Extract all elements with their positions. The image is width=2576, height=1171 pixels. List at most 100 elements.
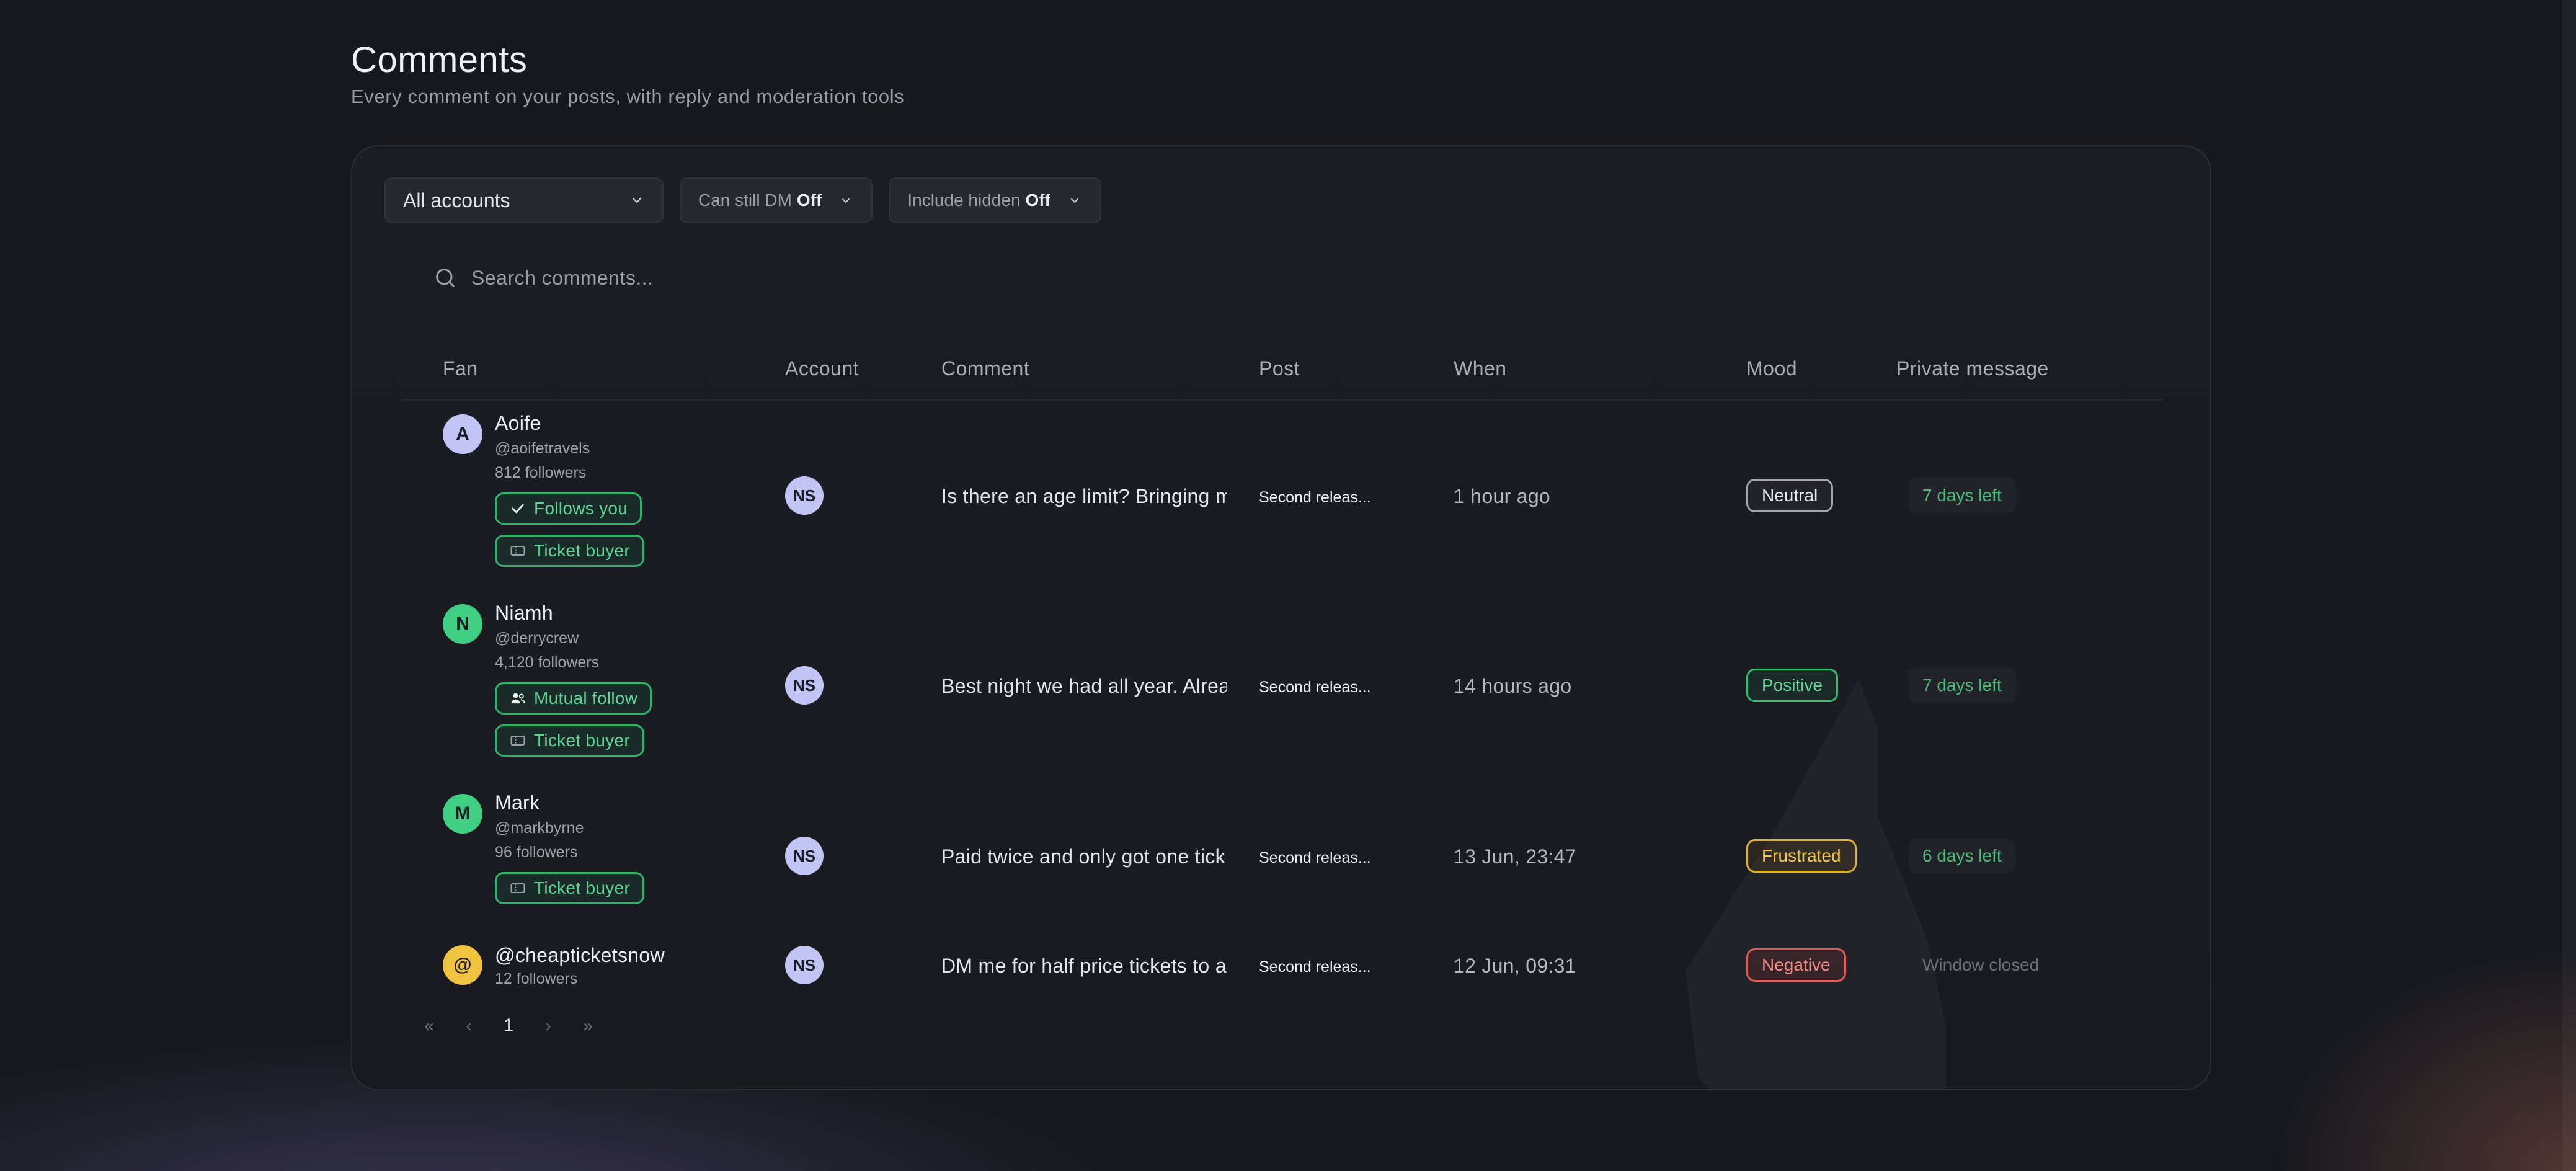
ticket-buyer-badge: Ticket buyer [495,872,645,904]
fan-tags: Ticket buyer [495,866,645,904]
fan-handle: @derrycrew [495,630,579,647]
tag-label: Mutual follow [534,688,638,708]
prev-page-button[interactable]: ‹ [449,1008,489,1043]
tag-label: Ticket buyer [534,878,631,897]
account-avatar[interactable]: NS [785,476,824,515]
mood-badge: Positive [1746,669,1839,702]
mood-badge: Negative [1746,948,1846,982]
mood-badge: Neutral [1746,479,1834,512]
can-dm-value: Off [796,190,822,210]
fan-name[interactable]: @cheapticketsnow [495,943,665,968]
accounts-select-value: All accounts [403,189,510,211]
follows-you-badge: Follows you [495,492,642,525]
fan-followers: 4,120 followers [495,654,600,671]
include-hidden-label-group: Include hidden Off [907,190,1050,210]
column-header-post[interactable]: Post [1259,357,1300,380]
search-bar [433,258,1797,298]
table-row[interactable]: M Mark @markbyrne 96 followers Ticket bu… [402,780,2163,929]
tag-label: Ticket buyer [534,731,631,750]
next-page-button[interactable]: › [528,1008,568,1043]
search-icon [436,269,455,287]
can-dm-toggle-select[interactable]: Can still DM Off [680,177,873,223]
fan-name[interactable]: Mark [495,790,644,815]
fan-handle: @aoifetravels [495,440,590,457]
ticket-buyer-badge: Ticket buyer [495,535,645,567]
fan-tags: Mutual follow Ticket buyer [495,676,652,757]
filter-bar: All accounts Can still DM Off Include hid… [384,177,1101,223]
page-1-button[interactable]: 1 [489,1008,528,1043]
comment-text[interactable]: Is there an age limit? Bringing my [941,485,1227,508]
fan-avatar: @ [443,945,482,985]
comment-time: 12 Jun, 09:31 [1454,955,1576,977]
chevron-down-icon [629,192,645,208]
fan-tags: Follows you Ticket buyer [495,486,645,567]
table-row[interactable]: N Niamh @derrycrew 4,120 followers Mutua… [402,590,2163,780]
table-row[interactable]: @ @cheapticketsnow 12 followers NS DM me… [402,929,2163,1022]
private-message-status: Window closed [1922,955,2040,974]
ticket-buyer-badge: Ticket buyer [495,724,645,757]
column-header-comment[interactable]: Comment [941,357,1029,380]
fan-followers: 96 followers [495,844,578,861]
table-row[interactable]: A Aoife @aoifetravels 812 followers Foll… [402,401,2163,590]
comment-time: 13 Jun, 23:47 [1454,845,1576,868]
tag-label: Follows you [534,499,628,518]
comment-text[interactable]: Best night we had all year. Alrea [941,675,1227,698]
fan-avatar: N [443,604,482,644]
post-link[interactable]: Second releas... [1259,489,1383,507]
scrollbar[interactable] [2562,0,2576,1171]
fan-avatar: A [443,414,482,454]
mutual-follow-badge: Mutual follow [495,682,652,715]
account-avatar[interactable]: NS [785,946,824,984]
fan-followers: 12 followers [495,970,578,987]
tag-label: Ticket buyer [534,541,631,560]
chevron-down-icon [838,192,854,208]
include-hidden-label: Include hidden [907,190,1021,210]
column-header-account[interactable]: Account [785,357,859,380]
can-dm-label-group: Can still DM Off [698,190,822,210]
page-subtitle: Every comment on your posts, with reply … [351,86,905,107]
post-link[interactable]: Second releas... [1259,849,1383,867]
private-message-status[interactable]: 7 days left [1909,668,2015,703]
column-header-private-message[interactable]: Private message [1896,357,2049,380]
include-hidden-value: Off [1025,190,1050,210]
page-title: Comments [351,40,528,80]
fan-info: @cheapticketsnow 12 followers [495,943,665,990]
fan-handle: @markbyrne [495,819,584,837]
column-header-mood[interactable]: Mood [1746,357,1797,380]
column-header-when[interactable]: When [1454,357,1507,380]
comment-time: 14 hours ago [1454,675,1572,697]
comments-table: Fan Account Comment Post When Mood Priva… [402,332,2163,1022]
fan-followers: 812 followers [495,464,587,481]
fan-info: Aoife @aoifetravels 812 followers Follow… [495,411,645,567]
users-icon [511,693,525,704]
comment-text[interactable]: DM me for half price tickets to a [941,955,1227,977]
fan-name[interactable]: Niamh [495,600,652,625]
mood-badge: Frustrated [1746,839,1857,873]
column-header-fan[interactable]: Fan [443,357,478,380]
account-avatar[interactable]: NS [785,666,824,705]
ticket-icon [510,545,525,556]
pagination: « ‹ 1 › » [409,1008,608,1043]
fan-name[interactable]: Aoife [495,411,644,435]
search-input[interactable] [471,266,1797,290]
comment-text[interactable]: Paid twice and only got one tick [941,845,1227,868]
private-message-status[interactable]: 7 days left [1909,478,2015,513]
last-page-button[interactable]: » [568,1008,608,1043]
account-avatar[interactable]: NS [785,837,824,875]
fan-avatar: M [443,794,482,834]
first-page-button[interactable]: « [409,1008,449,1043]
accounts-select[interactable]: All accounts [384,177,664,223]
private-message-status[interactable]: 6 days left [1909,839,2015,873]
check-icon [512,504,524,514]
ticket-icon [510,883,525,894]
post-link[interactable]: Second releas... [1259,958,1383,976]
comments-card: All accounts Can still DM Off Include hid… [351,145,2211,1090]
can-dm-label: Can still DM [698,190,792,210]
post-link[interactable]: Second releas... [1259,679,1383,697]
page-header: Comments Every comment on your posts, wi… [351,38,904,108]
table-header: Fan Account Comment Post When Mood Priva… [402,332,2163,401]
chevron-down-icon [1067,192,1083,208]
comment-time: 1 hour ago [1454,485,1551,507]
fan-info: Niamh @derrycrew 4,120 followers Mutual … [495,600,652,757]
include-hidden-select[interactable]: Include hidden Off [889,177,1101,223]
